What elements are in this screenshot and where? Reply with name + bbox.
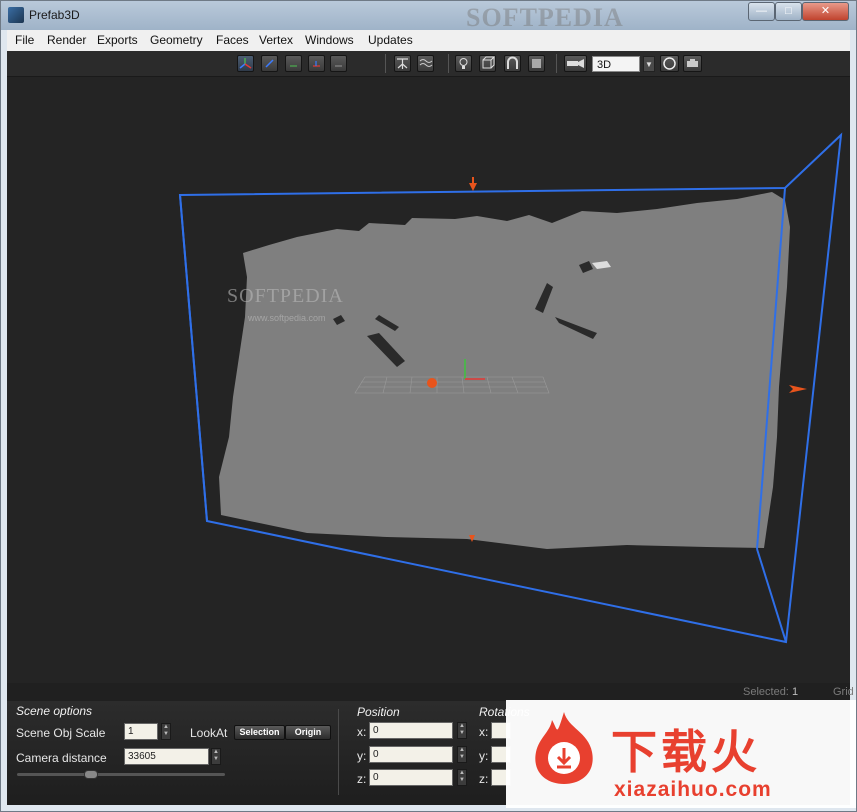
scene-obj-scale-spinner[interactable]: ▲ ▼ [161,723,171,740]
maximize-button[interactable]: □ [775,2,802,21]
rotation-z-label: z: [479,772,489,786]
minimize-button[interactable]: — [748,2,775,21]
3d-viewport[interactable]: SOFTPEDIA www.softpedia.com [7,77,850,701]
capture-icon[interactable] [683,55,702,72]
rotation-y-label: y: [479,749,489,763]
move-tool-icon[interactable] [394,55,411,72]
menu-render[interactable]: Render [47,33,86,47]
position-z-spinner[interactable]: ▲ ▼ [457,769,467,786]
camera-distance-slider-handle[interactable] [84,770,98,779]
front-view-icon[interactable] [308,55,325,72]
softpedia-watermark: SOFTPEDIA [466,3,624,32]
selected-status: Selected: 1 [743,686,799,698]
window-title: Prefab3D [29,8,80,22]
scale-handle-right [789,385,807,393]
rotation-x-label: x: [479,725,489,739]
ad-brand-text: 下载火 [611,726,761,778]
camera-distance-input[interactable]: 33605 [124,748,209,765]
mesh-object [219,192,790,549]
position-x-spinner[interactable]: ▲ ▼ [457,722,467,739]
panel-divider [338,709,339,795]
scale-handle-top [469,177,477,191]
scene-options-heading: Scene options [16,704,93,718]
title-bar[interactable]: Prefab3D SOFTPEDIA — □ ✕ [1,1,856,32]
wave-tool-icon[interactable] [417,55,434,72]
axes-view-icon[interactable] [237,55,254,72]
origin-marker [427,378,437,388]
chevron-down-icon[interactable]: ▼ [643,56,655,72]
view-mode-select[interactable]: 3D [592,56,640,72]
position-z-label: z: [357,772,367,786]
position-y-label: y: [357,749,367,763]
status-bar: Selected: 1 Grid [7,683,854,701]
flame-logo-icon [535,712,593,784]
softpedia-url: www.softpedia.com [248,313,326,323]
menu-windows[interactable]: Windows [305,33,354,47]
cube-tool-icon[interactable] [479,55,496,72]
lookat-origin-button[interactable]: Origin [285,725,331,740]
toolbar-divider [556,54,557,73]
lookat-selection-button[interactable]: Selection [234,725,285,740]
softpedia-watermark: SOFTPEDIA [227,285,344,307]
render-sphere-icon[interactable] [660,55,679,72]
menu-vertex[interactable]: Vertex [259,33,293,47]
toolbar-divider [448,54,449,73]
scene-canvas[interactable] [7,77,850,701]
camera-distance-label: Camera distance [16,751,107,765]
camera-distance-slider[interactable] [17,773,225,776]
menu-faces[interactable]: Faces [216,33,249,47]
position-heading: Position [357,705,400,719]
app-window: Prefab3D SOFTPEDIA — □ ✕ File Render Exp… [0,0,857,812]
menu-updates[interactable]: Updates [368,33,413,47]
perspective-view-icon[interactable] [261,55,278,72]
scene-obj-scale-input[interactable]: 1 [124,723,158,740]
position-x-label: x: [357,725,367,739]
toolbar-divider [385,54,386,73]
magnet-tool-icon[interactable] [504,55,521,72]
lookat-label: LookAt [190,726,228,740]
menu-file[interactable]: File [15,33,34,47]
menu-bar: File Render Exports Geometry Faces Verte… [7,30,850,52]
menu-exports[interactable]: Exports [97,33,138,47]
close-button[interactable]: ✕ [802,2,849,21]
top-view-icon[interactable] [285,55,302,72]
box-tool-icon[interactable] [528,55,545,72]
ad-url: xiazaihuo.com [614,778,772,801]
camera-distance-spinner[interactable]: ▲ ▼ [211,748,221,765]
grid-status: Grid [833,686,854,698]
lamp-tool-icon[interactable] [455,55,472,72]
scene-obj-scale-label: Scene Obj Scale [16,726,106,740]
position-z-input[interactable]: 0 [369,769,453,786]
app-icon [8,7,24,23]
menu-geometry[interactable]: Geometry [150,33,203,47]
camera-icon[interactable] [564,55,587,72]
xiazaihuo-watermark-ad: 下载火 xiazaihuo.com [506,700,856,808]
side-view-icon[interactable] [330,55,347,72]
toolbar: 3D ▼ [7,51,850,77]
position-y-spinner[interactable]: ▲ ▼ [457,746,467,763]
position-x-input[interactable]: 0 [369,722,453,739]
position-y-input[interactable]: 0 [369,746,453,763]
